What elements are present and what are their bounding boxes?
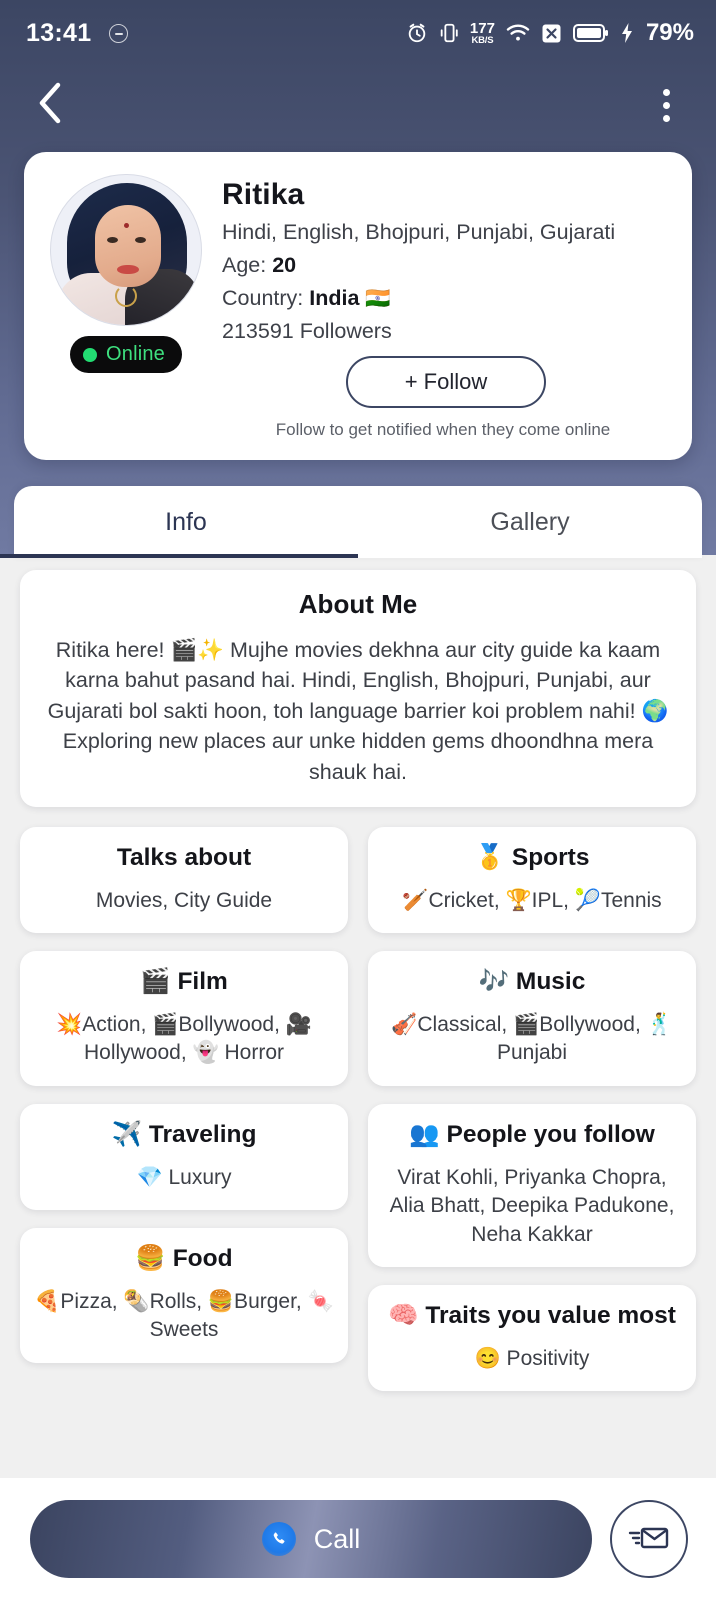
charging-bolt-icon	[620, 22, 634, 44]
avatar-bindi	[124, 223, 129, 228]
film-title: 🎬 Film	[140, 968, 228, 996]
people-you-follow-body: Virat Kohli, Priyanka Chopra, Alia Bhatt…	[389, 1165, 675, 1246]
food-title: 🍔 Food	[135, 1245, 233, 1273]
status-bar-right: 177 KB/S 79%	[406, 19, 694, 47]
music-title: 🎶 Music	[478, 968, 586, 996]
profile-country-label: Country:	[222, 286, 304, 310]
avatar-eye-right	[135, 237, 146, 243]
interest-cards-grid: Talks about Movies, City Guide 🎬 Film 💥A…	[20, 827, 696, 1409]
battery-icon	[572, 23, 609, 43]
sports-card: 🥇 Sports 🏏Cricket, 🏆IPL, 🎾Tennis	[368, 827, 696, 934]
avatar-necklace	[115, 285, 137, 307]
message-button[interactable]	[610, 1500, 688, 1578]
back-button[interactable]	[28, 82, 74, 128]
network-speed-value: 177	[469, 19, 495, 37]
call-button-label: Call	[313, 1523, 361, 1554]
follow-hint-text: Follow to get notified when they come on…	[275, 420, 611, 439]
profile-screen: 13:41 177 KB/S 79% Online Ritika Hindi, …	[0, 0, 716, 1600]
traits-body: 😊 Positivity	[474, 1346, 590, 1370]
call-button[interactable]: Call	[30, 1500, 592, 1578]
avatar-face	[95, 205, 161, 287]
about-me-title: About Me	[298, 589, 418, 619]
avatar[interactable]	[50, 174, 202, 326]
traveling-title: ✈️ Traveling	[111, 1120, 257, 1148]
three-dot-menu-icon-2	[662, 101, 670, 109]
people-you-follow-title: 👥 People you follow	[409, 1120, 655, 1148]
three-dot-menu-icon-3	[662, 114, 670, 122]
profile-info: Ritika Hindi, English, Bhojpuri, Punjabi…	[222, 174, 670, 440]
status-bar-left: 13:41	[26, 18, 129, 48]
traits-title: 🧠 Traits you value most	[388, 1302, 676, 1330]
network-speed-unit: KB/S	[471, 34, 494, 46]
tab-info[interactable]: Info	[0, 486, 358, 558]
about-me-card: About Me Ritika here! 🎬✨ Mujhe movies de…	[20, 570, 696, 808]
battery-percent: 79%	[645, 19, 694, 46]
network-speed-icon: 177 KB/S	[470, 21, 495, 46]
notification-dot-icon	[109, 23, 129, 43]
status-bar: 13:41 177 KB/S 79%	[0, 0, 716, 66]
music-body: 🎻Classical, 🎬Bollywood, 🕺 Punjabi	[391, 1012, 673, 1065]
people-you-follow-card: 👥 People you follow Virat Kohli, Priyank…	[368, 1103, 696, 1268]
about-me-text: Ritika here! 🎬✨ Mujhe movies dekhna aur …	[47, 637, 669, 784]
profile-languages: Hindi, English, Bhojpuri, Punjabi, Gujar…	[222, 220, 616, 244]
sports-body: 🏏Cricket, 🏆IPL, 🎾Tennis	[402, 888, 662, 912]
profile-country-value: India	[309, 286, 360, 310]
avatar-column: Online	[46, 174, 206, 440]
film-body: 💥Action, 🎬Bollywood, 🎥Hollywood, 👻 Horro…	[56, 1012, 312, 1065]
right-column: 🥇 Sports 🏏Cricket, 🏆IPL, 🎾Tennis 🎶 Music…	[368, 827, 696, 1409]
phone-icon	[261, 1522, 296, 1556]
three-dot-menu-icon	[662, 88, 670, 96]
food-body: 🍕Pizza, 🌯Rolls, 🍔Burger, 🍬 Sweets	[34, 1289, 334, 1342]
profile-country-row: Country: India 🇮🇳	[222, 286, 670, 311]
traits-card: 🧠 Traits you value most 😊 Positivity	[368, 1285, 696, 1392]
food-card: 🍔 Food 🍕Pizza, 🌯Rolls, 🍔Burger, 🍬 Sweets	[20, 1228, 348, 1363]
online-indicator-dot	[82, 347, 97, 362]
status-clock: 13:41	[26, 18, 92, 47]
info-tab-content: About Me Ritika here! 🎬✨ Mujhe movies de…	[0, 558, 716, 1478]
traveling-card: ✈️ Traveling 💎 Luxury	[20, 1103, 348, 1211]
back-chevron-icon	[36, 81, 66, 130]
overflow-menu-button[interactable]	[646, 82, 686, 128]
india-flag-icon: 🇮🇳	[365, 286, 391, 310]
talks-about-card: Talks about Movies, City Guide	[20, 827, 348, 934]
profile-followers: 213591 Followers	[222, 319, 392, 343]
profile-age-value: 20	[272, 253, 297, 277]
tab-gallery[interactable]: Gallery	[358, 486, 702, 558]
envelope-send-icon	[628, 1521, 670, 1558]
tab-bar: Info Gallery	[0, 486, 702, 558]
profile-age-label: Age:	[222, 253, 267, 277]
online-status-label: Online	[105, 343, 165, 365]
status-badge: Online	[69, 336, 182, 373]
talks-about-body: Movies, City Guide	[95, 888, 273, 912]
talks-about-title: Talks about	[116, 844, 252, 872]
profile-card: Online Ritika Hindi, English, Bhojpuri, …	[24, 152, 692, 460]
alarm-icon	[406, 22, 428, 44]
bottom-action-bar: Call	[0, 1478, 716, 1600]
film-card: 🎬 Film 💥Action, 🎬Bollywood, 🎥Hollywood, …	[20, 951, 348, 1086]
wifi-icon	[506, 23, 530, 43]
vibrate-icon	[439, 22, 459, 44]
navigation-bar	[0, 66, 716, 144]
profile-age-row: Age: 20	[222, 253, 670, 278]
sim-off-icon	[541, 23, 562, 44]
music-card: 🎶 Music 🎻Classical, 🎬Bollywood, 🕺 Punjab…	[368, 951, 696, 1086]
traveling-body: 💎 Luxury	[136, 1165, 232, 1189]
follow-button[interactable]: + Follow	[346, 356, 546, 408]
left-column: Talks about Movies, City Guide 🎬 Film 💥A…	[20, 827, 348, 1381]
profile-name: Ritika	[222, 178, 305, 211]
avatar-eye-left	[107, 237, 118, 243]
sports-title: 🥇 Sports	[474, 844, 590, 872]
avatar-lips	[117, 265, 139, 274]
